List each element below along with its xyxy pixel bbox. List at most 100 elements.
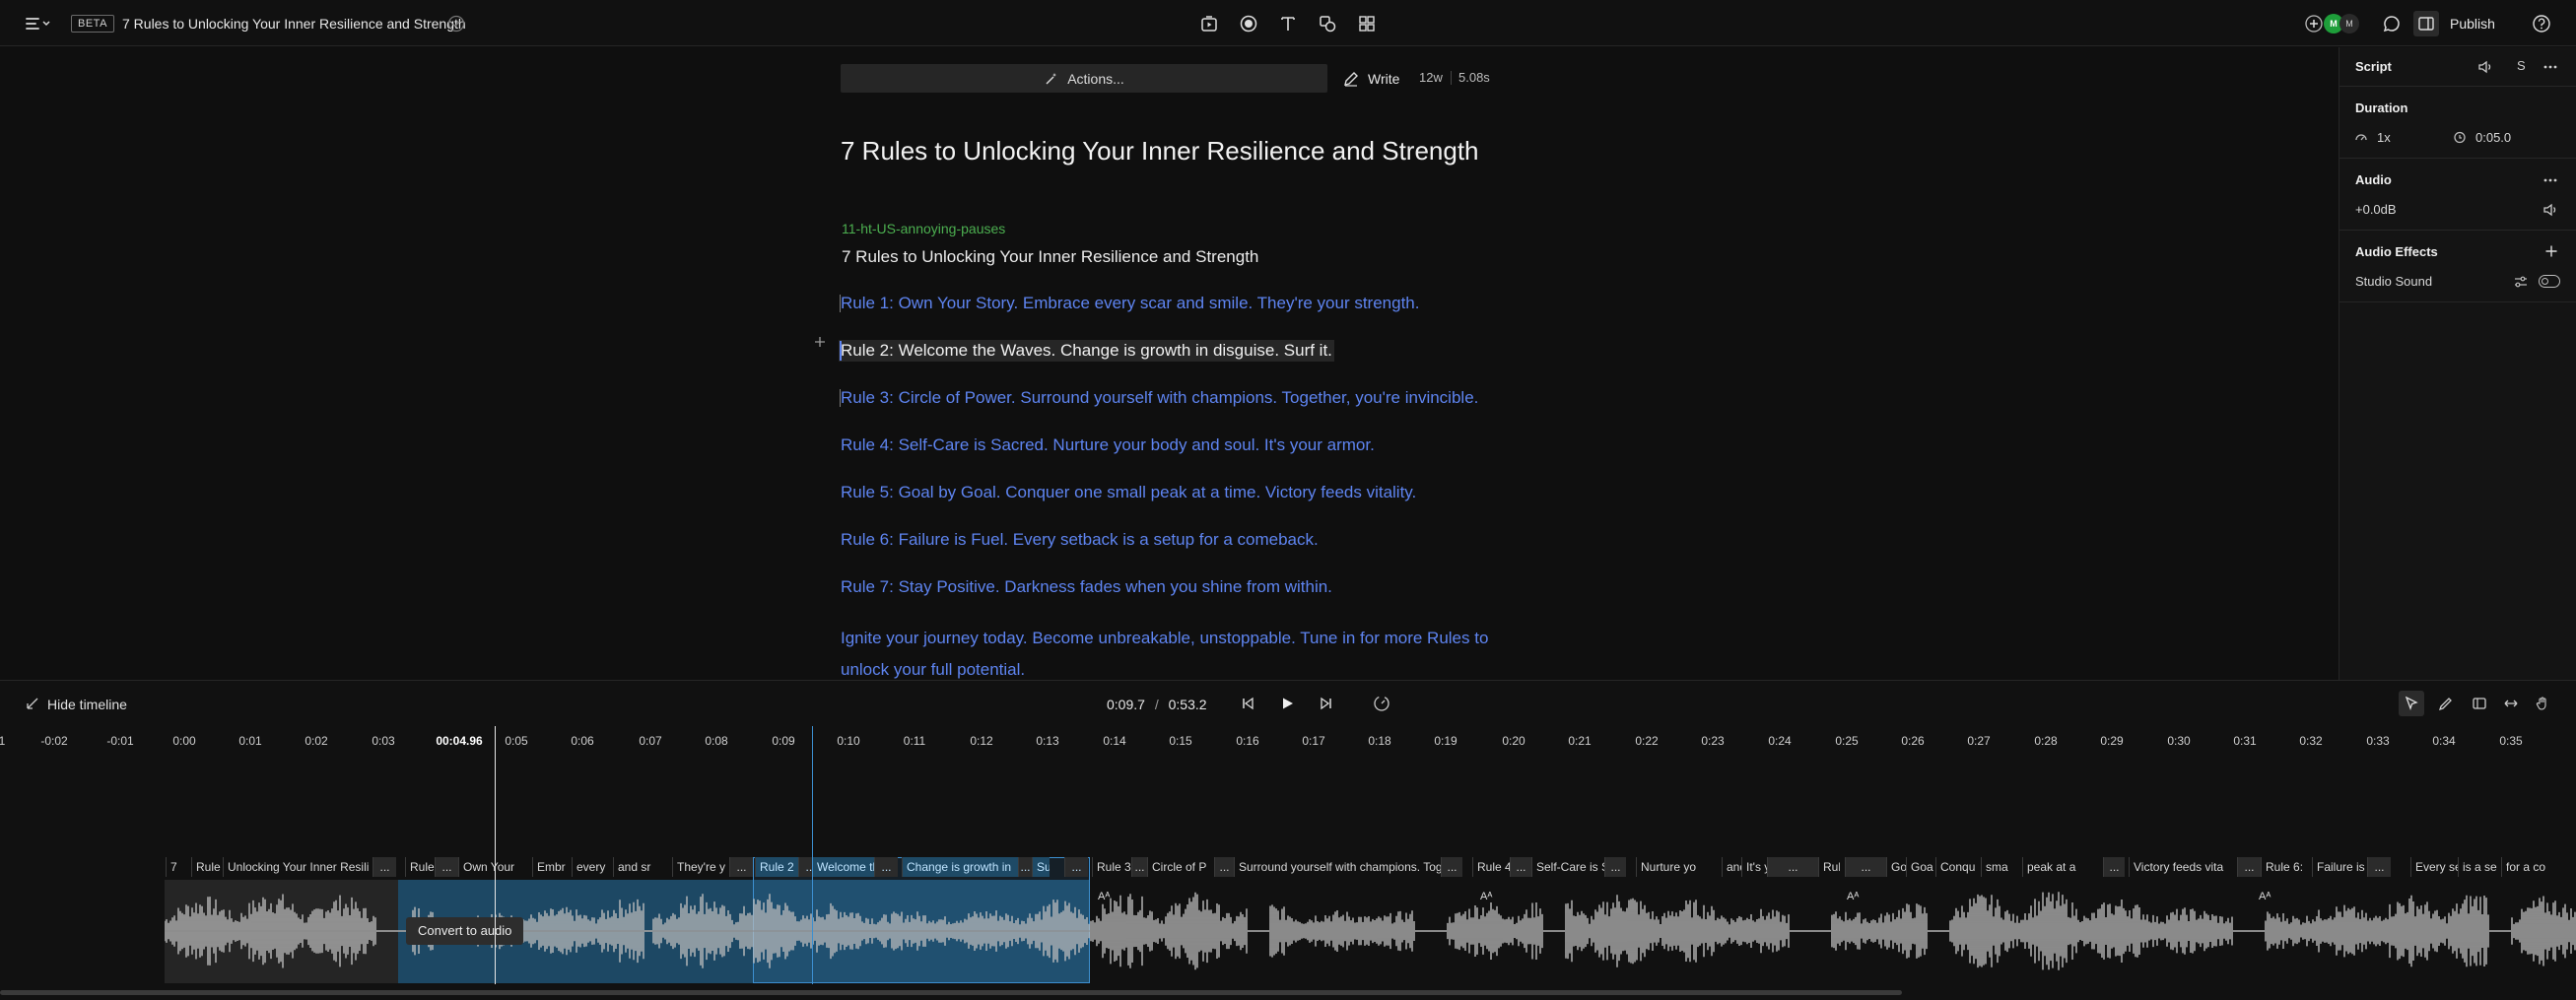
timeline-word[interactable]: every (572, 857, 611, 877)
timeline-word[interactable]: ... (1441, 857, 1462, 877)
waveform[interactable] (165, 880, 2576, 983)
playback-speed-icon[interactable] (1372, 694, 1391, 713)
timeline-word[interactable]: Rule 3: (1092, 857, 1131, 877)
layout-columns-icon[interactable] (2415, 13, 2437, 34)
comments-icon[interactable] (2381, 13, 2403, 34)
timeline-word[interactable]: ... (373, 857, 396, 877)
timeline-word[interactable]: Every se (2410, 857, 2458, 877)
grid-icon[interactable] (1356, 13, 1378, 34)
actions-button[interactable]: Actions... (841, 64, 1327, 93)
timeline-word[interactable]: Circle of P (1147, 857, 1214, 877)
timeline-word[interactable]: ... (1510, 857, 1531, 877)
timeline-word[interactable]: Rule 4 (1472, 857, 1510, 877)
script-line-rule-1[interactable]: Rule 1: Own Your Story. Embrace every sc… (841, 293, 1420, 314)
document-title[interactable]: 7 Rules to Unlocking Your Inner Resilien… (122, 15, 466, 33)
timeline-word[interactable]: Rule 1 (405, 857, 435, 877)
timeline-word[interactable]: ... (2367, 857, 2391, 877)
timeline-word[interactable]: ... (1767, 857, 1818, 877)
text-style-marker[interactable]: Aᴬ (2259, 891, 2271, 902)
fit-width-icon[interactable] (2501, 694, 2521, 713)
skip-back-icon[interactable] (1238, 694, 1257, 713)
text-icon[interactable] (1277, 13, 1299, 34)
timeline-word[interactable]: ... (1064, 857, 1088, 877)
timeline-word[interactable]: It's your (1741, 857, 1767, 877)
studio-sound-toggle[interactable] (2539, 275, 2560, 288)
timeline-word[interactable]: ... (2103, 857, 2125, 877)
record-icon[interactable] (1238, 13, 1259, 34)
selection-cursor[interactable] (812, 726, 813, 984)
script-line[interactable]: 7 Rules to Unlocking Your Inner Resilien… (842, 246, 1258, 268)
timeline-word[interactable]: ... (1214, 857, 1234, 877)
timeline-word[interactable]: Welcome th (812, 857, 874, 877)
timeline-word[interactable]: ... (435, 857, 458, 877)
hand-tool-icon[interactable] (2533, 694, 2552, 713)
hide-timeline-button[interactable]: Hide timeline (47, 697, 127, 712)
script-line-rule-2[interactable]: Rule 2: Welcome the Waves. Change is gro… (839, 340, 1334, 362)
write-button[interactable]: Write (1342, 64, 1399, 93)
gain-value[interactable]: +0.0dB (2355, 202, 2397, 217)
timeline-word[interactable]: Rule 5 (1818, 857, 1840, 877)
script-line-closing[interactable]: Ignite your journey today. Become unbrea… (841, 623, 1491, 686)
timeline-word[interactable]: and sr (613, 857, 654, 877)
timeline-word[interactable]: ... (729, 857, 753, 877)
text-style-marker[interactable]: Aᴬ (1847, 891, 1859, 902)
add-effect-icon[interactable] (2542, 242, 2560, 260)
timeline-word[interactable]: 7 (166, 857, 186, 877)
horizontal-scrollbar[interactable] (0, 990, 1902, 995)
audio-more-icon[interactable] (2541, 170, 2560, 190)
text-style-marker[interactable]: Aᴬ (1480, 891, 1492, 902)
timeline-word[interactable]: ... (2237, 857, 2261, 877)
timeline-word[interactable]: peak at a (2022, 857, 2103, 877)
timeline-word[interactable]: Nurture yo (1636, 857, 1722, 877)
volume-icon[interactable] (2475, 57, 2495, 77)
convert-to-audio-tooltip[interactable]: Convert to audio (406, 917, 524, 945)
gain-volume-icon[interactable] (2541, 200, 2560, 220)
clip-tool-icon[interactable] (2470, 694, 2489, 713)
timeline-word[interactable]: ... (1131, 857, 1147, 877)
text-style-marker[interactable]: Aᴬ (1098, 891, 1110, 902)
timeline-word[interactable]: ... (1018, 857, 1032, 877)
duration-value[interactable]: 0:05.0 (2475, 130, 2511, 145)
timeline-word[interactable]: Rule 2 (755, 857, 798, 877)
script-speed-s-button[interactable]: S (2517, 58, 2526, 73)
play-icon[interactable] (1277, 694, 1297, 713)
draw-tool-icon[interactable] (2436, 694, 2456, 713)
speed-value[interactable]: 1x (2377, 130, 2391, 145)
timeline-word[interactable]: Goa (1906, 857, 1935, 877)
timeline-word[interactable]: ... (1845, 857, 1886, 877)
add-collaborator-icon[interactable] (2304, 14, 2324, 33)
timeline-word[interactable]: They're y (672, 857, 729, 877)
publish-button[interactable]: Publish (2450, 13, 2495, 34)
timeline-word[interactable]: Embr (532, 857, 572, 877)
timeline-word[interactable]: Unlocking Your Inner Resili (223, 857, 373, 877)
timeline-word[interactable]: is a se (2458, 857, 2501, 877)
timeline-word[interactable]: Rule 6: (2261, 857, 2312, 877)
skip-forward-icon[interactable] (1317, 694, 1336, 713)
avatar[interactable]: M (2339, 14, 2359, 33)
timeline-word[interactable]: sma (1981, 857, 2022, 877)
collapse-icon[interactable] (24, 695, 41, 712)
script-line-rule-5[interactable]: Rule 5: Goal by Goal. Conquer one small … (841, 482, 1416, 503)
shapes-icon[interactable] (1317, 13, 1338, 34)
timeline-word[interactable]: and s (1722, 857, 1741, 877)
script-line-rule-4[interactable]: Rule 4: Self-Care is Sacred. Nurture you… (841, 434, 1375, 456)
timeline-word[interactable]: Su (1032, 857, 1050, 877)
timeline-word[interactable]: ... (1604, 857, 1626, 877)
script-line-rule-6[interactable]: Rule 6: Failure is Fuel. Every setback i… (841, 529, 1319, 551)
add-line-icon[interactable] (812, 334, 828, 350)
media-icon[interactable] (1198, 13, 1220, 34)
timeline-word[interactable]: ... (874, 857, 898, 877)
timeline-word[interactable]: Own Your (458, 857, 519, 877)
menu-icon[interactable] (24, 14, 53, 33)
timeline-word[interactable]: Surround yourself with champions. Tog (1234, 857, 1441, 877)
script-heading[interactable]: 7 Rules to Unlocking Your Inner Resilien… (841, 134, 1479, 167)
more-icon[interactable] (2541, 57, 2560, 77)
timeline-word[interactable]: Self-Care is S (1531, 857, 1604, 877)
timeline-word[interactable]: Victory feeds vita (2129, 857, 2237, 877)
timeline-word[interactable]: Rule (191, 857, 221, 877)
timeline-word[interactable]: Change is growth in (902, 857, 1018, 877)
help-icon[interactable] (2531, 13, 2552, 34)
cursor-icon[interactable] (2402, 694, 2421, 713)
timeline-word[interactable]: Failure is Fu (2312, 857, 2367, 877)
speaker-label[interactable]: 11-ht-US-annoying-pauses (842, 220, 1005, 237)
